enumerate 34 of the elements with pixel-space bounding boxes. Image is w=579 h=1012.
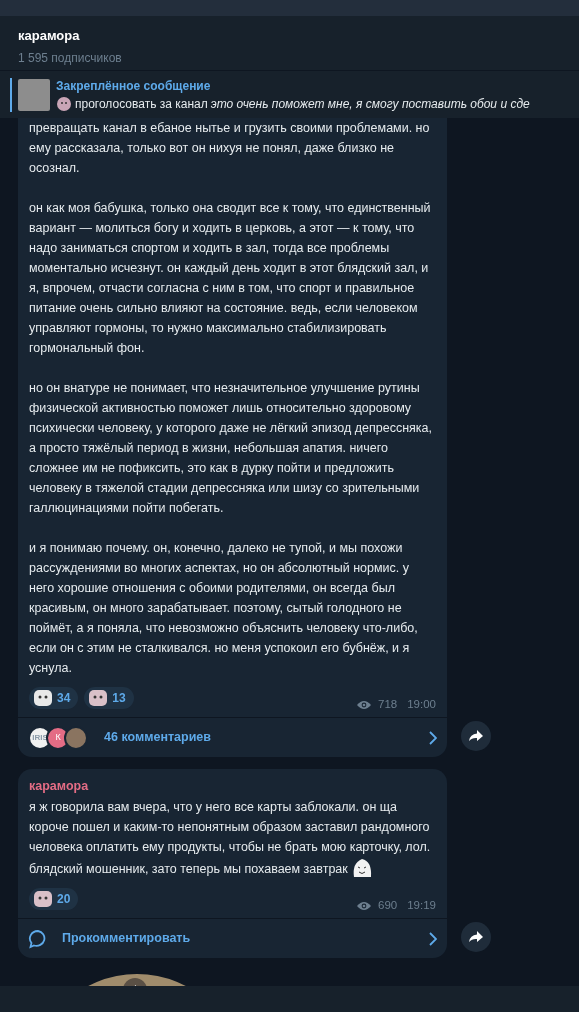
eye-icon bbox=[356, 900, 373, 911]
eye-icon bbox=[356, 699, 373, 710]
pinned-message-bar[interactable]: Закреплённое сообщение проголосовать за канал это очень поможет мне, я смогу поставить обои и сде bbox=[0, 70, 579, 118]
reaction-button[interactable]: 20 bbox=[29, 887, 79, 910]
message-text: он как моя бабушка, только она сводит все к тому, что единственный вариант — молиться богу и ходить в церковь, а этот — к тому, что надо заниматься спортом и ходить в зал, тогда все проблемы моментально исчезнут. он каждый день ходит в этот блядский зал, и я, впрочем, отчасти согласна с ним в том, что спорт и правильное питание очень сильно влияют на состояние. ведь, если человеком управляют гормоны, то нужно максимально стабилизировать гормональный фон. bbox=[29, 200, 432, 357]
sticker-icon bbox=[88, 688, 109, 707]
sticker-icon bbox=[33, 889, 53, 908]
chevron-right-icon bbox=[429, 931, 437, 946]
pinned-thumbnail bbox=[18, 78, 50, 111]
view-count: 690 bbox=[378, 898, 398, 913]
share-button[interactable] bbox=[461, 922, 491, 953]
author-name: карамора bbox=[29, 778, 89, 796]
view-count: 718 bbox=[378, 697, 398, 712]
comment-button[interactable]: Прокомментировать bbox=[18, 918, 447, 959]
pinned-title: Закреплённое сообщение bbox=[56, 77, 211, 95]
share-button[interactable] bbox=[461, 721, 491, 752]
pinned-text-italic: это очень поможет мне, я смогу поставить обои и сде bbox=[210, 95, 530, 113]
message-time: 19:19 bbox=[407, 898, 436, 913]
message-text: превращать канал в ебаное нытье и грузить своими проблемами. но ему рассказала, только вот он нихуя не понял, даже близко не осознал. bbox=[29, 120, 431, 177]
message-text: я ж говорила вам вчера, что у него все карты заблокали. он ща короче пошел и каким-то непонятным образом заставил рандомного человека оплатить ему продукты, чтобы не брать мою карточку, лол. блядский мошенник, зато теперь мы похаваем завтрак bbox=[29, 797, 436, 879]
reaction-button[interactable]: 34 bbox=[29, 686, 79, 709]
speech-bubble-icon bbox=[28, 928, 48, 949]
reaction-button[interactable]: 13 bbox=[84, 686, 134, 709]
message-time: 19:00 bbox=[407, 697, 436, 712]
share-icon bbox=[469, 931, 483, 944]
message-text: но он внатуре не понимает, что незначительное улучшение рутины физической активностью поможет лишь относительно здоровому психически человеку, у которого даже не лёгкий эпизод депрессняка, а просто тяжёлый период в жизни, небольшая апатия. ничего сложнее им не пофиксить, это как в дурку пойти и предложить человеку в тяжелой стадии депрессняка или шизу со зрительными галлюцинациями пойти побегать. bbox=[29, 380, 433, 517]
subscriber-count: 1 595 подписчиков bbox=[18, 49, 122, 67]
message-text: и я понимаю почему. он, конечно, далеко не тупой, и мы похожи рассуждениями во многих аспектах, но он абсолютный нормис. у него хорошие отношения с обоими родителями, он всегда был красивым, он много зарабатывает. поэтому, сытый голодного не поймёт, а я поняла, что невозможно объяснить человеку что-либо, если он с этим не сталкивался. но меня успокоил его бубнёж, и я уснула. bbox=[29, 540, 419, 677]
share-icon bbox=[469, 730, 483, 743]
chevron-right-icon bbox=[429, 730, 437, 745]
channel-title: карамора bbox=[18, 27, 80, 45]
pinned-text: проголосовать за канал bbox=[75, 95, 208, 113]
sticker-icon bbox=[56, 95, 72, 112]
sticker-icon bbox=[33, 688, 53, 707]
